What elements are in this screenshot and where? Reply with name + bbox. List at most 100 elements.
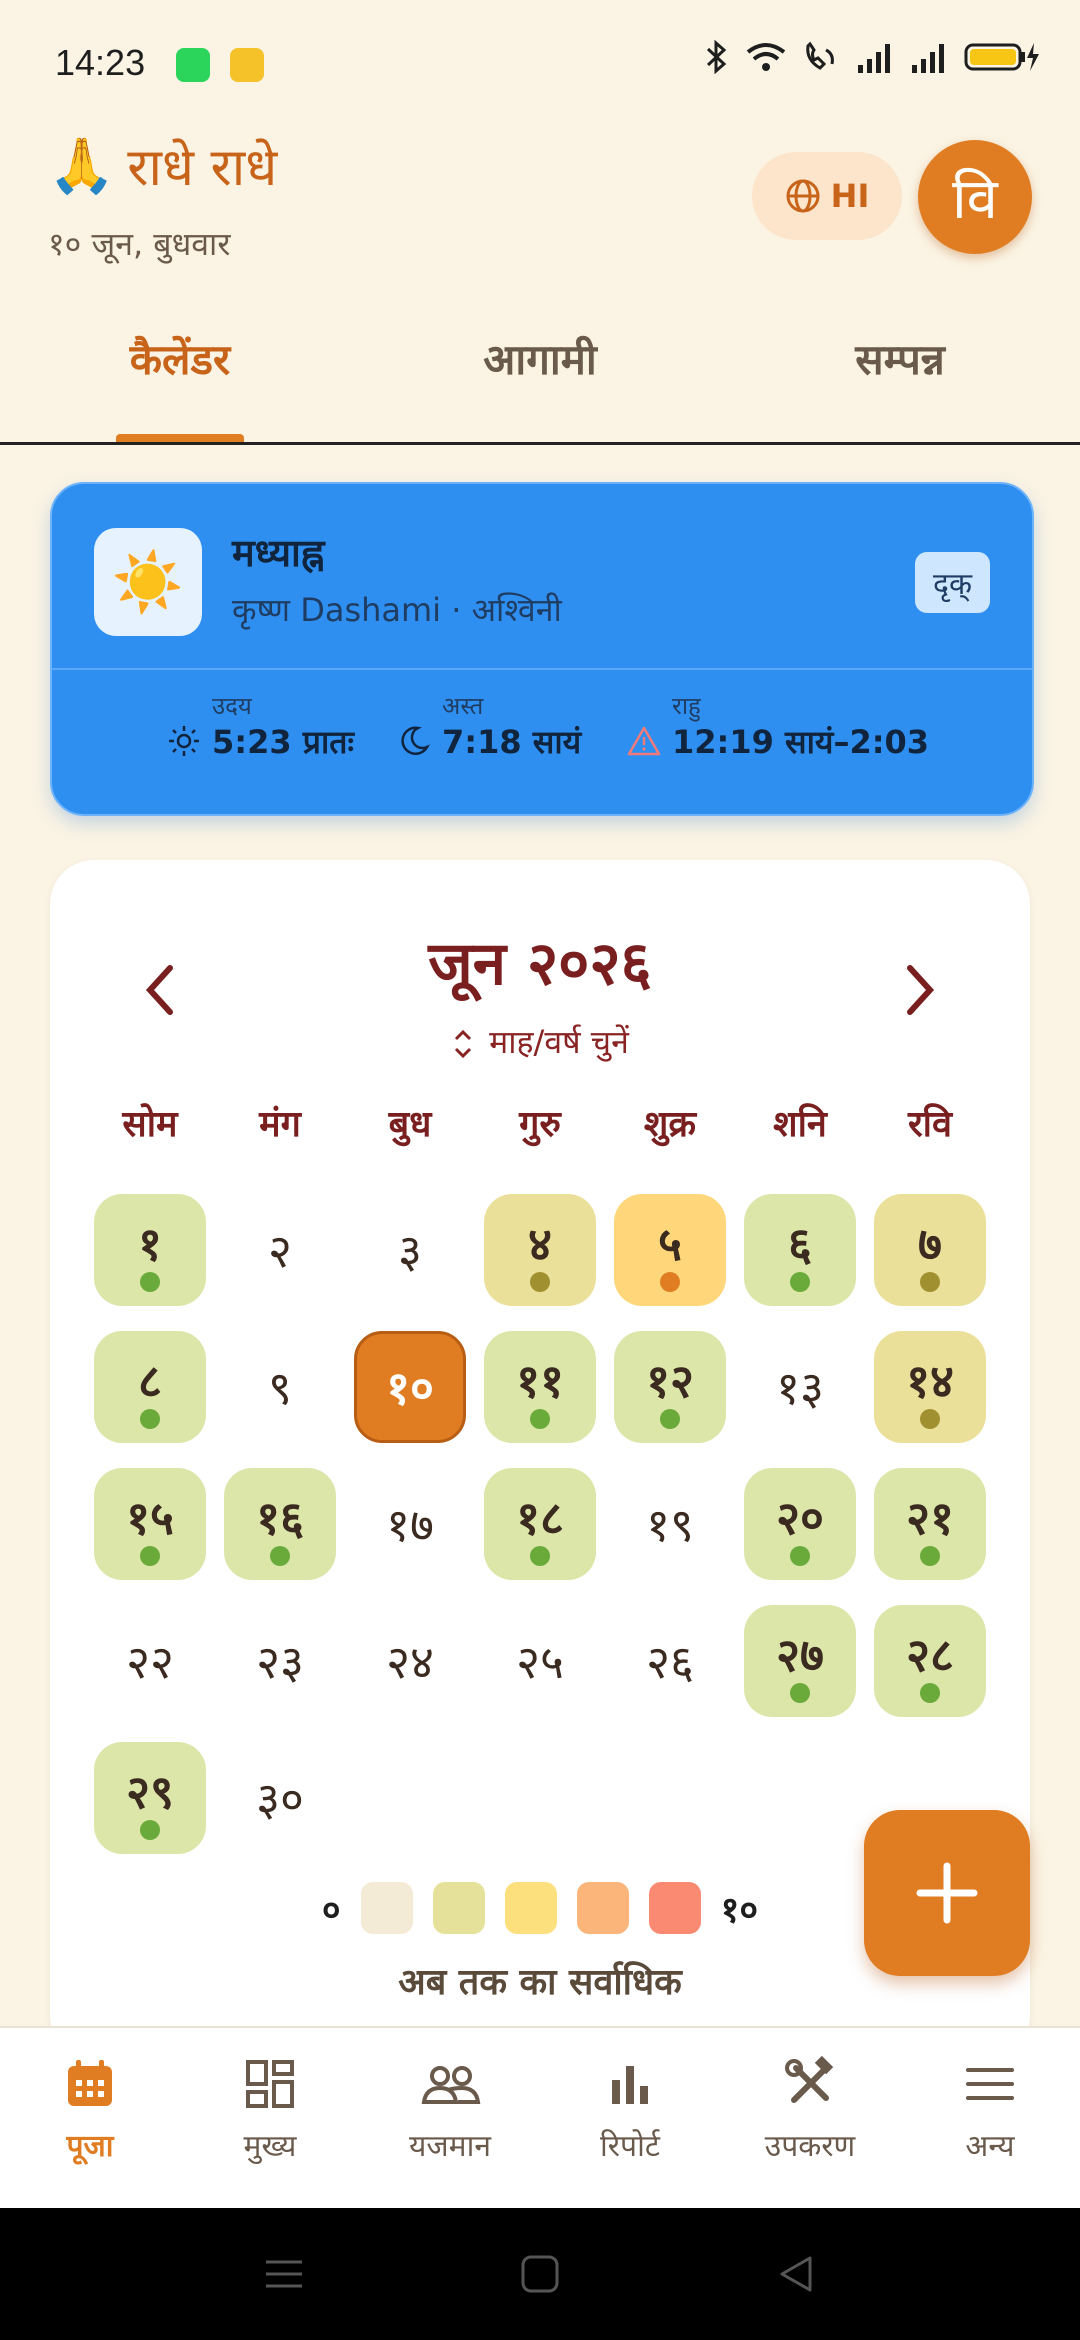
nav-clients[interactable]: यजमान [360, 2056, 540, 2165]
day-cell[interactable]: १३ [744, 1331, 856, 1443]
day-number: १ [138, 1217, 162, 1271]
nav-tools[interactable]: उपकरण [720, 2055, 900, 2165]
weekday-label: गुरु [519, 1104, 561, 1145]
call-icon [806, 41, 834, 70]
day-cell[interactable]: २७ [744, 1605, 856, 1717]
warning-icon [627, 726, 661, 755]
day-number: ८ [138, 1354, 162, 1408]
day-cell[interactable]: १४ [874, 1331, 986, 1443]
drik-badge[interactable]: दृक् [915, 552, 990, 613]
day-number: १५ [126, 1491, 174, 1545]
day-number: १८ [516, 1491, 564, 1545]
sunrise-info: उदय 5:23 प्रातः [166, 692, 354, 763]
day-cell[interactable]: २६ [614, 1605, 726, 1717]
day-number: ३ [398, 1224, 422, 1278]
tab-calendar[interactable]: कैलेंडर [60, 330, 300, 387]
rahu-label: राहु [672, 692, 701, 720]
nav-main[interactable]: मुख्य [180, 2056, 360, 2165]
activity-dot [920, 1272, 940, 1292]
tab-upcoming[interactable]: आगामी [420, 330, 660, 387]
day-number: २४ [386, 1635, 434, 1689]
day-cell[interactable]: १७ [354, 1468, 466, 1580]
day-cell[interactable]: १८ [484, 1468, 596, 1580]
day-cell[interactable]: १ [94, 1194, 206, 1306]
activity-dot [530, 1546, 550, 1566]
weekday-label: सोम [122, 1104, 178, 1145]
plus-icon [916, 1862, 978, 1924]
bluetooth-icon [706, 40, 727, 74]
day-number: १७ [386, 1498, 434, 1552]
tab-completed[interactable]: सम्पन्न [780, 330, 1020, 387]
day-cell[interactable]: ७ [874, 1194, 986, 1306]
day-cell[interactable]: २४ [354, 1605, 466, 1717]
activity-dot [530, 1272, 550, 1292]
day-cell[interactable]: ९ [224, 1331, 336, 1443]
recents-icon[interactable] [262, 2254, 306, 2294]
day-number: १३ [776, 1361, 824, 1415]
day-cell[interactable]: ५ [614, 1194, 726, 1306]
month-year-select[interactable]: माह/वर्ष चुनें [50, 1020, 1030, 1063]
day-cell[interactable]: ११ [484, 1331, 596, 1443]
day-cell[interactable]: ३ [354, 1194, 466, 1306]
wifi-icon [746, 43, 786, 71]
day-cell[interactable]: २० [744, 1468, 856, 1580]
day-cell[interactable]: १२ [614, 1331, 726, 1443]
day-cell[interactable]: १९ [614, 1468, 726, 1580]
day-cell[interactable]: २ [224, 1194, 336, 1306]
legend-min: ० [321, 1889, 341, 1931]
activity-dot [920, 1546, 940, 1566]
day-cell[interactable]: ४ [484, 1194, 596, 1306]
avatar[interactable]: वि [918, 140, 1032, 254]
next-month-button[interactable] [890, 960, 950, 1020]
menu-icon [966, 2068, 1014, 2100]
panchang-card[interactable]: ☀️ मध्याह्न कृष्ण Dashami · अश्विनी दृक्… [50, 482, 1034, 816]
nav-more[interactable]: अन्य [900, 2056, 1080, 2165]
day-cell[interactable]: ३० [224, 1742, 336, 1854]
day-cell[interactable]: २९ [94, 1742, 206, 1854]
moon-icon [401, 726, 430, 755]
panchang-title: मध्याह्न [232, 531, 325, 575]
back-icon[interactable] [774, 2252, 818, 2296]
bottom-nav: पूजा मुख्य यजमान रिपोर्ट उपकरण अन्य [0, 2026, 1080, 2210]
tools-icon [785, 2055, 834, 2103]
weekday-label: मंग [259, 1104, 301, 1145]
sunset-info: अस्त 7:18 सायं [396, 692, 581, 763]
day-cell[interactable]: २२ [94, 1605, 206, 1717]
day-number: २ [268, 1224, 292, 1278]
greeting: 🙏 राधे राधे [48, 130, 277, 201]
sunset-value: 7:18 सायं [442, 723, 582, 761]
day-cell[interactable]: १५ [94, 1468, 206, 1580]
panchang-subtitle: कृष्ण Dashami · अश्विनी [232, 591, 562, 629]
day-number: ३० [256, 1772, 304, 1826]
day-number: २९ [126, 1765, 174, 1819]
day-number: १९ [646, 1498, 694, 1552]
day-cell[interactable]: २१ [874, 1468, 986, 1580]
activity-dot [920, 1409, 940, 1429]
activity-dot [790, 1272, 810, 1292]
day-number: ९ [268, 1361, 292, 1415]
day-number: २० [776, 1491, 824, 1545]
legend-swatch [432, 1882, 485, 1934]
legend-swatches [360, 1882, 701, 1934]
language-button[interactable]: HI [752, 152, 902, 240]
legend-swatch [648, 1882, 701, 1934]
day-cell[interactable]: ८ [94, 1331, 206, 1443]
day-cell[interactable]: २३ [224, 1605, 336, 1717]
day-cell[interactable]: २५ [484, 1605, 596, 1717]
day-cell-today[interactable]: १० [354, 1331, 466, 1443]
bar-chart-icon [612, 2066, 648, 2104]
rahu-value: 12:19 सायं–2:03 [672, 723, 930, 761]
nav-puja[interactable]: पूजा [0, 2056, 180, 2165]
current-date: १० जून, बुधवार [48, 225, 231, 263]
nav-more-label: अन्य [965, 2129, 1015, 2164]
day-number: ४ [528, 1217, 552, 1271]
day-cell[interactable]: २८ [874, 1605, 986, 1717]
activity-dot [530, 1409, 550, 1429]
day-number: ५ [658, 1217, 682, 1271]
add-button[interactable] [864, 1810, 1030, 1976]
nav-report[interactable]: रिपोर्ट [540, 2056, 720, 2165]
day-cell[interactable]: १६ [224, 1468, 336, 1580]
globe-icon [786, 179, 820, 213]
day-cell[interactable]: ६ [744, 1194, 856, 1306]
home-icon[interactable] [518, 2252, 562, 2296]
